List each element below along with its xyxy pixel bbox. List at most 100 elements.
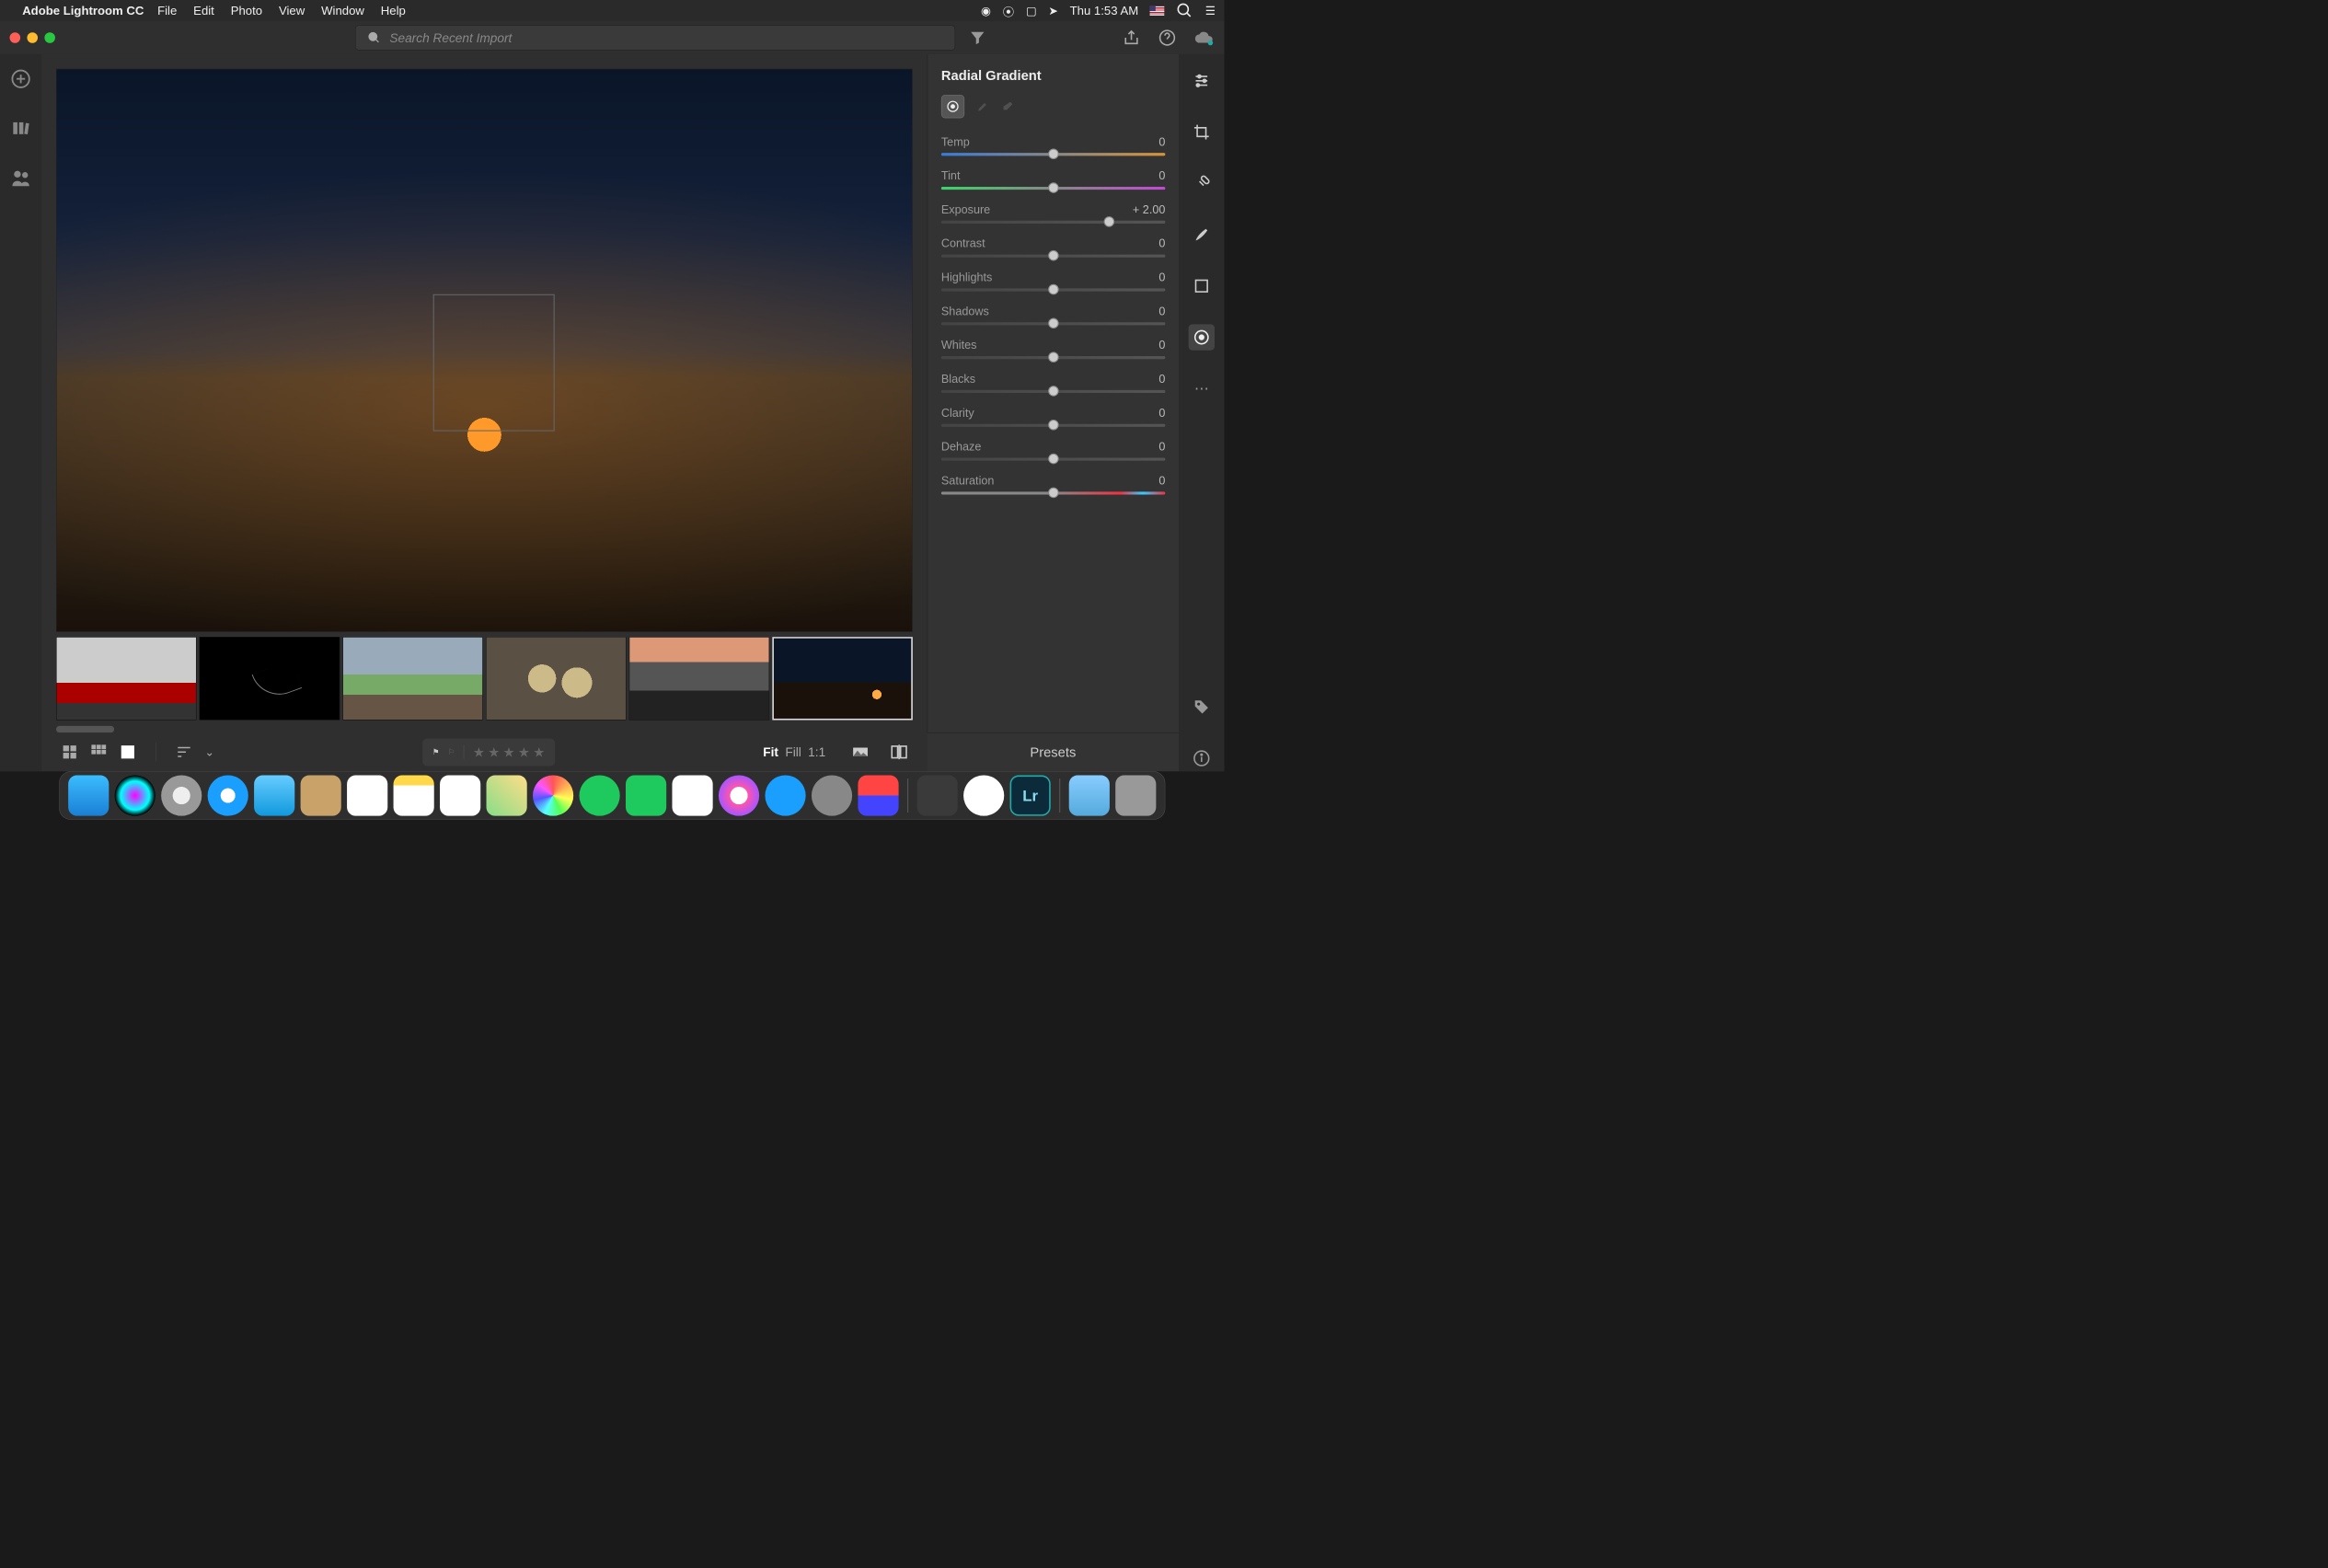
linear-gradient-icon[interactable] [1189, 273, 1215, 299]
help-icon[interactable] [1158, 29, 1176, 47]
filmstrip-thumb[interactable] [629, 637, 770, 720]
slider-thumb[interactable] [1048, 250, 1059, 261]
dock-appstore-icon[interactable] [765, 775, 805, 815]
square-grid-icon[interactable] [90, 744, 108, 761]
dock-downloads-icon[interactable] [1069, 775, 1110, 815]
dock-photos-icon[interactable] [533, 775, 573, 815]
filmstrip-scrollbar[interactable] [56, 726, 114, 732]
notification-center-icon[interactable]: ☰ [1205, 4, 1216, 17]
slider-track[interactable] [941, 221, 1165, 224]
filmstrip-thumb[interactable] [200, 637, 340, 720]
sort-icon[interactable] [176, 744, 193, 761]
crop-icon[interactable] [1189, 119, 1215, 144]
dock-news-icon[interactable] [672, 775, 712, 815]
slider-thumb[interactable] [1048, 488, 1059, 499]
slider-track[interactable] [941, 356, 1165, 359]
dock-messages-icon[interactable] [580, 775, 620, 815]
compare-view-icon[interactable] [891, 744, 908, 761]
keywords-tag-icon[interactable] [1189, 694, 1215, 720]
star-icon[interactable]: ★ [503, 744, 515, 760]
slider-track[interactable] [941, 458, 1165, 461]
dock-itunes-icon[interactable] [719, 775, 759, 815]
dock-lightroom-icon[interactable] [1010, 775, 1051, 815]
dock-contacts-icon[interactable] [301, 775, 341, 815]
dock-facetime-icon[interactable] [626, 775, 666, 815]
slider-track[interactable] [941, 255, 1165, 258]
dock-app-icon[interactable] [963, 775, 1004, 815]
window-close-button[interactable] [10, 32, 21, 43]
flag-reject-icon[interactable]: ⚐ [448, 747, 455, 757]
slider-thumb[interactable] [1048, 454, 1059, 465]
share-icon[interactable] [1123, 29, 1140, 47]
filmstrip-thumb[interactable] [56, 637, 197, 720]
star-icon[interactable]: ★ [518, 744, 530, 760]
menu-edit[interactable]: Edit [193, 4, 214, 17]
brush-add-icon[interactable] [976, 99, 990, 113]
photo-canvas[interactable] [56, 69, 913, 632]
slider-thumb[interactable] [1048, 284, 1059, 295]
dock-app-icon[interactable] [858, 775, 898, 815]
star-icon[interactable]: ★ [533, 744, 545, 760]
window-maximize-button[interactable] [44, 32, 55, 43]
zoom-fill[interactable]: Fill [785, 744, 801, 759]
input-source-flag-icon[interactable] [1150, 6, 1165, 16]
creative-cloud-icon[interactable]: ◉ [981, 4, 991, 17]
dock-reminders-icon[interactable] [440, 775, 480, 815]
info-icon[interactable] [1189, 745, 1215, 771]
dock-launchpad-icon[interactable] [161, 775, 202, 815]
slider-thumb[interactable] [1048, 318, 1059, 329]
slider-thumb[interactable] [1048, 182, 1059, 193]
slider-track[interactable] [941, 424, 1165, 427]
more-icon[interactable]: ⋯ [1189, 375, 1215, 401]
cloud-sync-icon[interactable] [1194, 28, 1215, 48]
window-minimize-button[interactable] [27, 32, 38, 43]
menu-window[interactable]: Window [321, 4, 364, 17]
filmstrip-thumb[interactable] [486, 637, 627, 720]
status-icon-2[interactable]: ➤ [1048, 4, 1058, 17]
brush-icon[interactable] [1189, 222, 1215, 248]
dock-notes-icon[interactable] [394, 775, 434, 815]
slider-track[interactable] [941, 153, 1165, 156]
slider-thumb[interactable] [1048, 420, 1059, 431]
menu-help[interactable]: Help [381, 4, 406, 17]
dock-imovie-icon[interactable] [917, 775, 958, 815]
filmstrip-thumb-selected[interactable] [772, 637, 913, 720]
sharing-icon[interactable] [11, 167, 31, 188]
my-photos-icon[interactable] [11, 118, 31, 138]
slider-thumb[interactable] [1048, 386, 1059, 397]
grid-view-icon[interactable] [61, 744, 78, 761]
presets-button[interactable]: Presets [928, 732, 1179, 771]
slider-thumb[interactable] [1048, 148, 1059, 159]
dock-maps-icon[interactable] [487, 775, 527, 815]
healing-brush-icon[interactable] [1189, 170, 1215, 196]
dock-finder-icon[interactable] [68, 775, 109, 815]
dock-safari-icon[interactable] [208, 775, 248, 815]
star-rating[interactable]: ★ ★ ★ ★ ★ [473, 744, 546, 760]
radial-new-button[interactable] [941, 95, 964, 118]
dock-siri-icon[interactable] [115, 775, 156, 815]
sort-dropdown-icon[interactable]: ⌄ [204, 745, 214, 759]
spotlight-icon[interactable] [1176, 2, 1193, 19]
slider-track[interactable] [941, 322, 1165, 325]
dock-trash-icon[interactable] [1115, 775, 1156, 815]
radial-gradient-icon[interactable] [1189, 324, 1215, 350]
slider-track[interactable] [941, 288, 1165, 291]
detail-view-icon[interactable] [119, 744, 136, 761]
slider-track[interactable] [941, 187, 1165, 190]
show-original-icon[interactable] [852, 744, 870, 761]
filter-icon[interactable] [969, 29, 986, 47]
dock-mail-icon[interactable] [254, 775, 294, 815]
slider-thumb[interactable] [1104, 216, 1115, 227]
zoom-1-1[interactable]: 1:1 [808, 744, 825, 759]
status-icon[interactable]: ⦿ [1003, 2, 1015, 18]
menubar-clock[interactable]: Thu 1:53 AM [1070, 4, 1139, 17]
search-input[interactable]: Search Recent Import [355, 25, 955, 50]
dock-system-preferences-icon[interactable] [812, 775, 852, 815]
menu-view[interactable]: View [279, 4, 305, 17]
menu-file[interactable]: File [157, 4, 177, 17]
dock-calendar-icon[interactable] [347, 775, 387, 815]
star-icon[interactable]: ★ [488, 744, 500, 760]
slider-thumb[interactable] [1048, 352, 1059, 363]
edit-sliders-icon[interactable] [1189, 68, 1215, 94]
slider-track[interactable] [941, 491, 1165, 494]
